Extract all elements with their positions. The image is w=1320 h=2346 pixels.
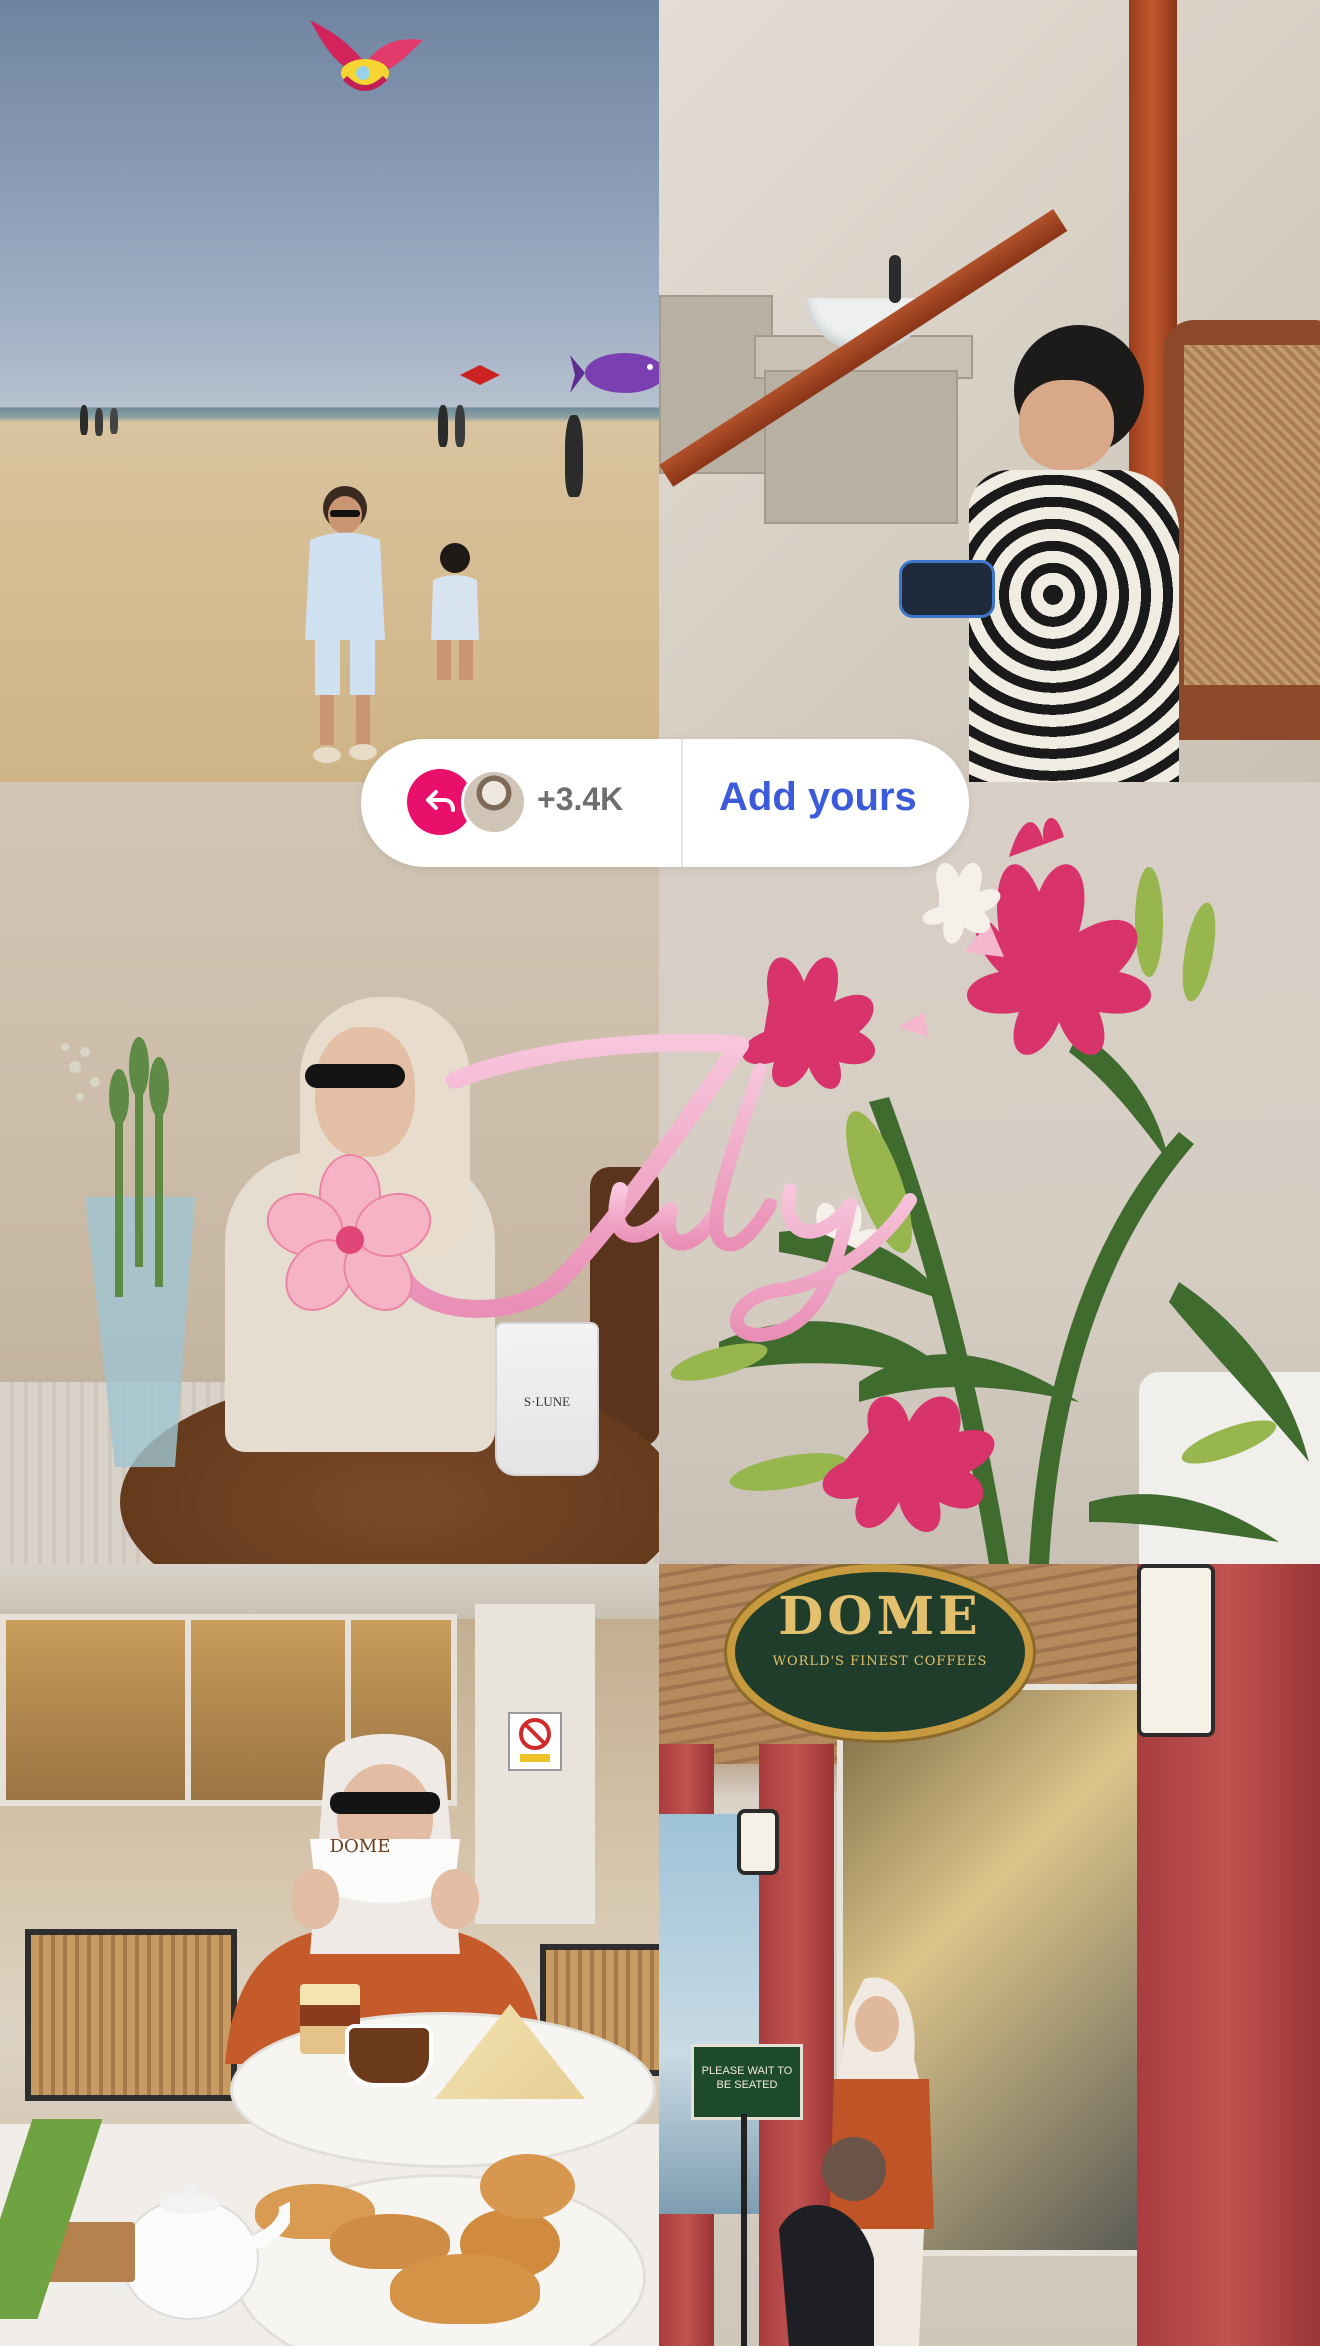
sign-stand	[741, 2114, 747, 2346]
beachgoer	[95, 408, 103, 436]
photo-lilies[interactable]	[659, 782, 1320, 1564]
sticker-divider	[681, 739, 683, 867]
beachgoer	[80, 405, 88, 435]
fish-kite-icon	[310, 20, 423, 91]
toddler-face	[1019, 380, 1114, 470]
iced-drink-cup: S·LUNE	[495, 1322, 599, 1476]
photo-collage: S·LUNE DOME DOME WORLD'S FINEST COFFEES …	[0, 0, 1320, 2346]
rattan-weave	[1184, 345, 1320, 685]
add-yours-button[interactable]: Add yours	[719, 775, 917, 820]
faucet	[889, 255, 901, 303]
woman-drinking	[225, 1734, 545, 2064]
sunglasses	[305, 1064, 405, 1088]
toy-phone	[899, 560, 995, 618]
photo-dome-cafe[interactable]: DOME WORLD'S FINEST COFFEES PLEASE WAIT …	[659, 1564, 1320, 2346]
wall-lamp	[1137, 1564, 1215, 1737]
participants-count: +3.4K	[537, 781, 624, 817]
older-boy	[305, 486, 385, 763]
flower-bouquet	[61, 1037, 195, 1467]
chair-back	[590, 1167, 659, 1447]
cup-label: S·LUNE	[523, 1394, 571, 1409]
beachgoer	[455, 405, 465, 447]
beachgoer	[438, 405, 448, 447]
toddler-shirt	[969, 470, 1179, 782]
dome-sign: DOME WORLD'S FINEST COFFEES	[727, 1564, 1033, 1740]
photo-beach-kites[interactable]	[0, 0, 659, 782]
scone	[480, 2154, 575, 2219]
participant-avatar	[461, 769, 527, 835]
dome-sign-title: DOME	[778, 1586, 982, 1647]
cup-logo: DOME	[329, 1836, 391, 1857]
wall-lamp	[737, 1809, 779, 1875]
cafe-window	[0, 1614, 192, 1806]
dome-sign-ribbon: WORLD'S FINEST COFFEES	[772, 1654, 988, 1669]
small-kite-icon	[460, 365, 500, 385]
rattan-chair	[25, 1929, 237, 2101]
woman-with-stroller	[779, 1977, 934, 2346]
woman-face	[315, 1027, 415, 1157]
beachgoer	[565, 415, 583, 497]
photo-woman-flowers[interactable]: S·LUNE	[0, 782, 659, 1564]
whale-kite-icon	[570, 353, 659, 393]
beachgoer	[110, 408, 118, 434]
photo-afternoon-tea[interactable]: DOME	[0, 1564, 659, 2346]
younger-boy	[431, 543, 479, 680]
dessert-cup	[345, 2024, 433, 2087]
add-yours-sticker[interactable]: +3.4K Add yours	[361, 739, 969, 867]
pastry	[390, 2254, 540, 2324]
lily-arrangement	[670, 817, 1309, 1564]
photo-toddler-window[interactable]	[659, 0, 1320, 782]
